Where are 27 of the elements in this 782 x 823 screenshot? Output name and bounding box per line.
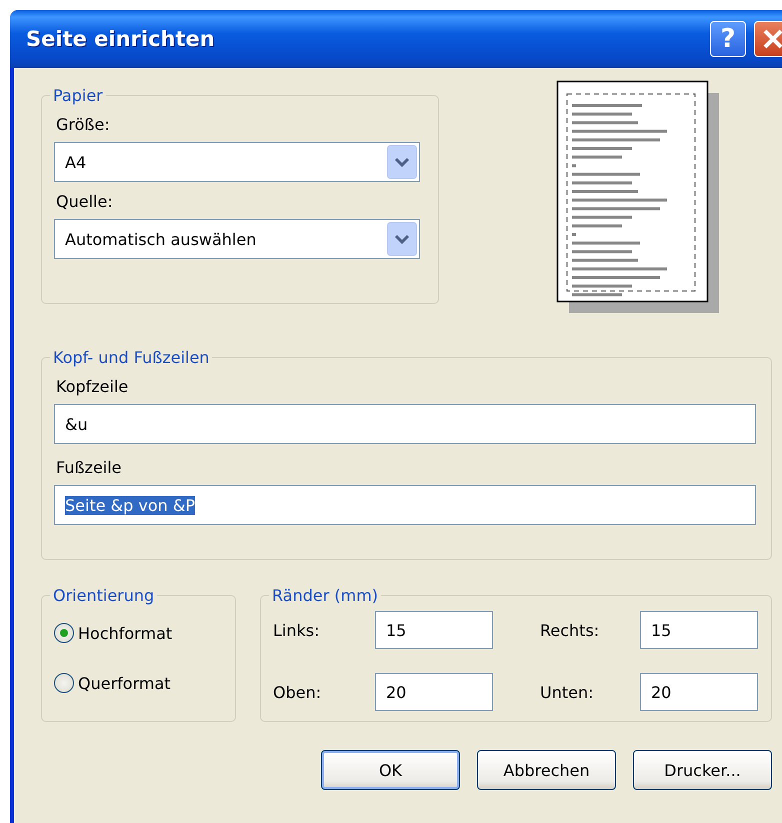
help-button[interactable]: ?: [710, 21, 746, 57]
dialog-button[interactable]: OK: [321, 750, 460, 790]
text-field[interactable]: 20: [640, 673, 758, 711]
group-title: Kopf- und Fußzeilen: [52, 348, 210, 367]
field-label: Oben:: [273, 682, 322, 702]
text-field[interactable]: &u: [54, 404, 756, 444]
field-label: Kopfzeile: [56, 377, 130, 396]
dialog-button[interactable]: Drucker...: [633, 750, 772, 790]
dropdown[interactable]: A4: [54, 142, 420, 182]
field-label: Quelle:: [56, 192, 114, 211]
group-title: Ränder (mm): [271, 586, 380, 605]
text-field[interactable]: 15: [640, 611, 758, 649]
field-label: Fußzeile: [56, 458, 123, 477]
field-label: Links:: [273, 620, 320, 640]
window-title: Seite einrichten: [26, 27, 216, 51]
group-title: Orientierung: [52, 586, 156, 605]
dialog-button[interactable]: Abbrechen: [477, 750, 616, 790]
text-field[interactable]: 15: [375, 611, 493, 649]
radio-button[interactable]: Querformat: [54, 673, 171, 693]
field-label: Rechts:: [539, 620, 600, 640]
dropdown[interactable]: Automatisch auswählen: [54, 219, 420, 259]
field-label: Größe:: [56, 115, 111, 134]
text-field[interactable]: Seite &p von &P: [54, 485, 756, 525]
text-field[interactable]: 20: [375, 673, 493, 711]
group-title: Papier: [52, 86, 104, 105]
field-label: Unten:: [539, 682, 594, 702]
radio-button[interactable]: Hochformat: [54, 623, 172, 643]
